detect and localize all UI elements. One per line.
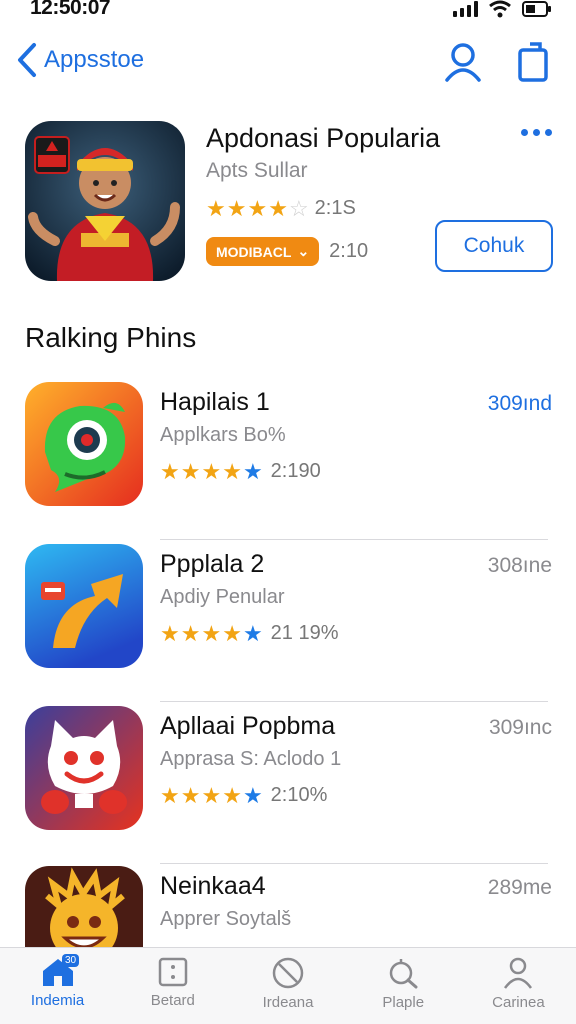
chevron-left-icon: [18, 43, 36, 77]
list-item[interactable]: Apllaai Popbma Apprasa S: Aclodo 1 ★ ★ ★ ★ ★…: [0, 704, 576, 864]
status-bar: 12:50:07: [0, 0, 576, 28]
star-icon: ★: [160, 782, 180, 808]
star-icon: ★: [180, 782, 201, 808]
signal-icon: [453, 1, 478, 17]
rating-stars: ★ ★ ★ ★ ☆: [206, 195, 309, 221]
app-rating: ★ ★ ★ ★ ★ 21 19%: [160, 622, 339, 645]
get-button[interactable]: Cohuk: [435, 220, 553, 272]
star-icon: ★: [226, 195, 247, 221]
rating-text: 21 19%: [270, 622, 339, 644]
app-rating: ★ ★ ★ ★ ★ 2:190: [160, 460, 321, 483]
battery-icon: [522, 1, 551, 17]
person-icon: [504, 957, 533, 989]
tab-bar: 30 Indemia Betard Irdeana Plaple Carinea: [0, 947, 576, 1024]
tab-badge: 30: [62, 954, 80, 967]
star-icon: ★: [206, 195, 226, 221]
back-label: Appsstoe: [44, 46, 145, 73]
app-subtitle: Apprer Soytalš: [160, 908, 292, 930]
star-icon: ★: [201, 620, 222, 646]
no-entry-icon: [272, 957, 304, 989]
star-icon: ★: [242, 782, 263, 808]
rating-stars: ★ ★ ★ ★ ★: [160, 782, 263, 808]
app-price[interactable]: 309ınc: [489, 716, 552, 740]
star-icon: ★: [268, 195, 288, 221]
featured-app-rating: ★ ★ ★ ★ ☆ 2:1S: [206, 197, 356, 220]
nav-bar: Appsstoe: [0, 40, 576, 90]
star-icon: ★: [242, 620, 263, 646]
tab-label: Indemia: [30, 992, 85, 1009]
app-rating: ★ ★ ★ ★ ★ 2:10%: [160, 784, 327, 807]
featured-badge-row: MODIBACL ⌄ 2:10: [206, 237, 368, 266]
star-icon: ★: [201, 458, 222, 484]
tab-label: Irdeana: [262, 994, 314, 1011]
star-icon: ★: [222, 782, 242, 808]
app-name: Ppplala 2: [160, 550, 265, 578]
rating-stars: ★ ★ ★ ★ ★: [160, 620, 263, 646]
star-icon: ★: [222, 458, 242, 484]
account-icon[interactable]: [444, 42, 482, 82]
badge-value: 2:10: [329, 240, 369, 262]
app-subtitle: Apdiy Penular: [160, 586, 285, 608]
tab-restricted[interactable]: Irdeana: [230, 948, 345, 1024]
back-button[interactable]: Appsstoe: [16, 42, 144, 78]
star-icon: ★: [242, 458, 263, 484]
tab-search[interactable]: Plaple: [346, 948, 461, 1024]
star-icon: ★: [180, 620, 201, 646]
section-title: Ralking Phins: [25, 322, 197, 353]
app-name: Apllaai Popbma: [160, 712, 336, 740]
share-icon[interactable]: [516, 42, 550, 82]
tab-browse[interactable]: Betard: [115, 948, 230, 1024]
category-badge[interactable]: MODIBACL ⌄: [206, 237, 320, 266]
divider: [160, 539, 548, 540]
star-outline-icon: ☆: [288, 195, 309, 221]
app-icon: [25, 544, 143, 668]
dot-icon: [521, 129, 528, 136]
rating-text: 2:10%: [270, 784, 328, 806]
list-item[interactable]: Hapilais 1 Applkars Bo% ★ ★ ★ ★ ★ 2:190 309ı…: [0, 380, 576, 540]
app-price[interactable]: 289me: [488, 876, 552, 900]
status-time: 12:50:07: [30, 0, 111, 19]
tab-home[interactable]: 30 Indemia: [0, 948, 115, 1024]
rating-text: 2:190: [270, 460, 321, 482]
app-price[interactable]: 308ıne: [488, 554, 552, 578]
app-subtitle: Applkars Bo%: [160, 424, 286, 446]
featured-app-subtitle: Apts Sullar: [206, 159, 308, 182]
star-icon: ★: [160, 458, 180, 484]
grid-icon: [158, 957, 188, 987]
dot-icon: [533, 129, 540, 136]
dot-icon: [545, 129, 552, 136]
app-name: Neinkaa4: [160, 872, 266, 900]
tab-label: Plaple: [382, 994, 425, 1011]
app-price[interactable]: 309ınd: [488, 392, 552, 416]
tab-label: Carinea: [492, 994, 545, 1011]
featured-app-artwork: [25, 121, 185, 281]
tab-label: Betard: [150, 992, 195, 1009]
divider: [160, 701, 548, 702]
more-button[interactable]: [521, 129, 552, 136]
star-icon: ★: [201, 782, 222, 808]
status-icons: [453, 0, 552, 18]
app-icon: [25, 706, 143, 830]
badge-label: MODIBACL: [216, 243, 292, 260]
list-item[interactable]: Ppplala 2 Apdiy Penular ★ ★ ★ ★ ★ 21 19% 308…: [0, 542, 576, 702]
search-icon: [389, 959, 418, 989]
star-icon: ★: [247, 195, 268, 221]
wifi-icon: [489, 0, 511, 18]
rating-stars: ★ ★ ★ ★ ★: [160, 458, 263, 484]
chevron-down-icon: ⌄: [297, 243, 310, 259]
featured-app[interactable]: Apdonasi Popularia Apts Sullar ★ ★ ★ ★ ☆…: [0, 115, 576, 290]
rating-text: 2:1S: [314, 197, 356, 219]
app-subtitle: Apprasa S: Aclodo 1: [160, 748, 342, 770]
app-name: Hapilais 1: [160, 388, 270, 416]
star-icon: ★: [222, 620, 242, 646]
app-icon: [25, 382, 143, 506]
star-icon: ★: [160, 620, 180, 646]
tab-account[interactable]: Carinea: [461, 948, 576, 1024]
featured-app-title: Apdonasi Popularia: [206, 123, 441, 153]
star-icon: ★: [180, 458, 201, 484]
